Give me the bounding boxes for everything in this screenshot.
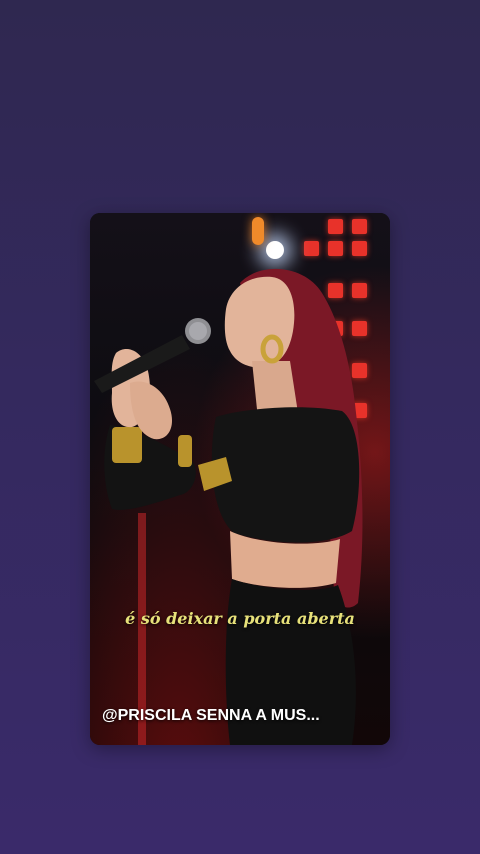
performer-image <box>94 268 363 745</box>
lyric-subtitle: é só deixar a porta aberta <box>125 609 355 628</box>
story-video-card[interactable]: é só deixar a porta aberta @PRISCILA SEN… <box>90 213 390 745</box>
story-caption: @PRISCILA SENNA A MUS... <box>102 707 320 724</box>
